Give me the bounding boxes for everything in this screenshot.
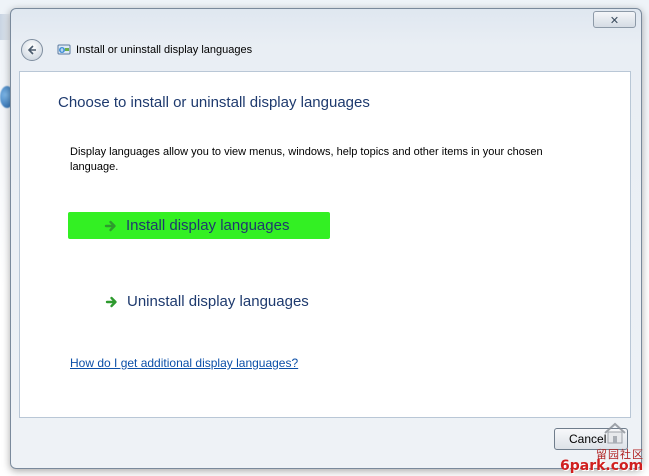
green-arrow-icon	[105, 296, 117, 307]
uninstall-label: Uninstall display languages	[127, 293, 309, 310]
back-button[interactable]	[21, 39, 43, 61]
content-panel: Choose to install or uninstall display l…	[19, 71, 631, 418]
window-title: Install or uninstall display languages	[76, 44, 253, 56]
install-label: Install display languages	[126, 217, 290, 234]
uninstall-display-languages-link[interactable]: Uninstall display languages	[105, 293, 309, 310]
watermark: 留园社区 6park.com	[560, 420, 649, 476]
close-icon: ✕	[609, 14, 620, 27]
dialog-window: ✕ Install or uninstall display languages…	[10, 8, 642, 469]
install-display-languages-link[interactable]: Install display languages	[104, 217, 289, 234]
language-control-panel-icon	[57, 44, 71, 55]
description-text: Display languages allow you to view menu…	[70, 146, 543, 173]
watermark-brand: 6park.com	[560, 458, 644, 474]
back-arrow-icon	[27, 45, 36, 55]
watermark-house-icon	[604, 422, 626, 444]
close-button[interactable]: ✕	[593, 11, 636, 28]
green-arrow-icon	[104, 220, 116, 231]
help-link[interactable]: How do I get additional display language…	[70, 356, 298, 370]
navigation-bar: Install or uninstall display languages	[11, 33, 641, 65]
page-title: Choose to install or uninstall display l…	[58, 94, 370, 111]
